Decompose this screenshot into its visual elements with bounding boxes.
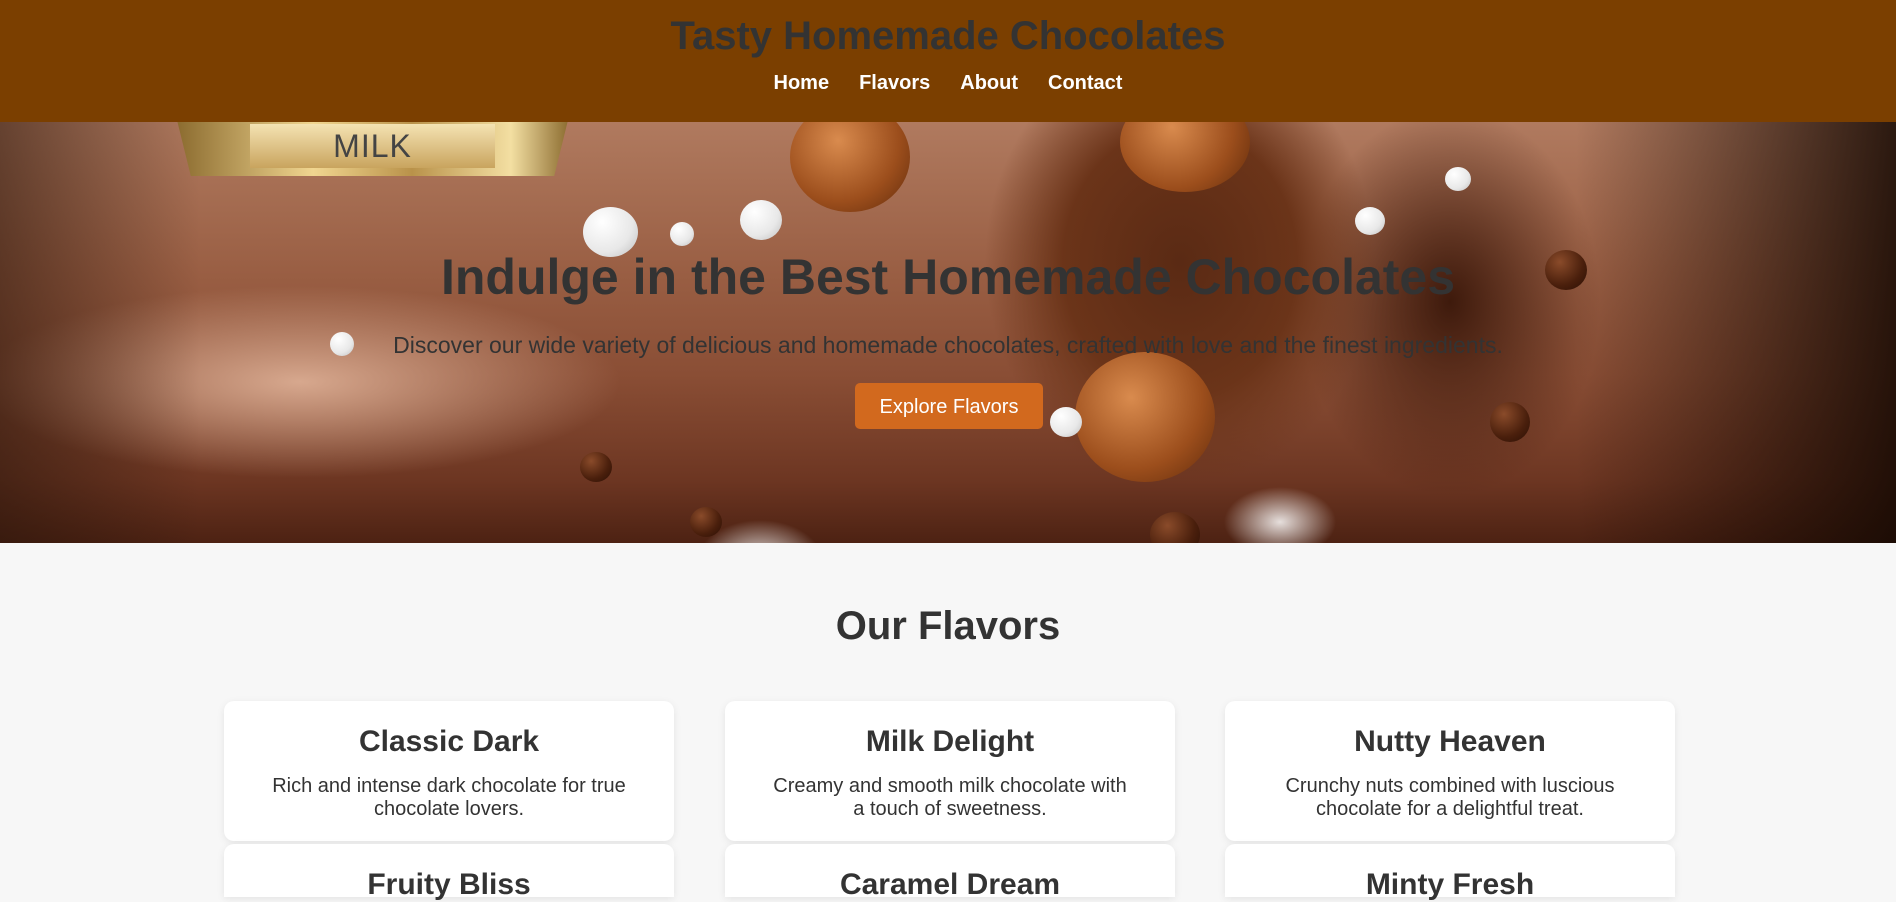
flavor-card-description: Rich and intense dark chocolate for true…	[272, 775, 626, 820]
flavor-card-title: Classic Dark	[358, 725, 540, 758]
flavor-card[interactable]: Fruity Bliss	[224, 844, 674, 901]
flavor-card[interactable]: Caramel Dream	[725, 844, 1175, 901]
flavor-card-title: Milk Delight	[865, 725, 1035, 758]
site-title: Tasty Homemade Chocolates	[670, 14, 1226, 58]
flavor-card-title: Nutty Heaven	[1354, 725, 1546, 758]
flavors-section-title: Our Flavors	[835, 604, 1061, 648]
flavor-card-description: Crunchy nuts combined with luscious choc…	[1285, 775, 1615, 820]
nav-flavors-link[interactable]: Flavors	[859, 72, 930, 95]
hero-heading: Indulge in the Best Homemade Chocolates	[440, 249, 1456, 305]
nav-contact-link[interactable]: Contact	[1048, 72, 1122, 95]
flavor-card[interactable]: Nutty Heaven Crunchy nuts combined with …	[1225, 701, 1675, 841]
hero-content: Indulge in the Best Homemade Chocolates …	[0, 122, 1896, 543]
main-nav: Home Flavors About Contact	[0, 72, 1896, 95]
explore-flavors-button[interactable]: Explore Flavors	[855, 383, 1043, 429]
nav-home-link[interactable]: Home	[774, 72, 830, 95]
nav-about-link[interactable]: About	[960, 72, 1018, 95]
flavor-card[interactable]: Minty Fresh	[1225, 844, 1675, 901]
hero-section: MILK Indulge in the Best Homemade Chocol…	[0, 122, 1896, 543]
hero-subheading: Discover our wide variety of delicious a…	[393, 332, 1503, 358]
flavor-card[interactable]: Milk Delight Creamy and smooth milk choc…	[725, 701, 1175, 841]
flavor-card-description: Creamy and smooth milk chocolate with a …	[773, 775, 1127, 820]
site-header: Tasty Homemade Chocolates Home Flavors A…	[0, 0, 1896, 122]
flavor-card[interactable]: Classic Dark Rich and intense dark choco…	[224, 701, 674, 841]
